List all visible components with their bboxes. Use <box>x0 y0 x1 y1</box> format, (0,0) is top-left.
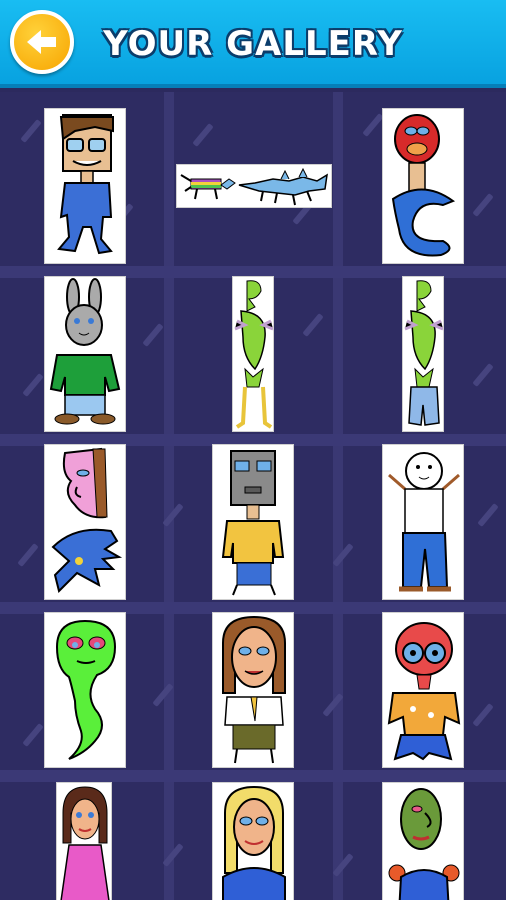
gallery-item-box-head-man[interactable] <box>212 444 294 600</box>
back-button[interactable] <box>10 10 74 74</box>
pencil-pattern-icon <box>162 843 184 867</box>
pencil-pattern-icon <box>17 543 39 567</box>
pencil-pattern-icon <box>152 683 174 707</box>
gallery-item-green-face-man[interactable] <box>382 782 464 900</box>
page-title: YOUR GALLERY <box>103 24 403 64</box>
drawing-thumbnail <box>51 447 123 593</box>
drawing-thumbnail <box>391 114 456 257</box>
arrow-left-icon <box>27 30 56 54</box>
pencil-pattern-icon <box>472 703 494 727</box>
drawing-thumbnail <box>55 619 117 760</box>
pencil-pattern-icon <box>477 503 499 527</box>
row-divider <box>0 770 506 782</box>
header-bar: YOUR GALLERY <box>0 0 506 88</box>
pencil-pattern-icon <box>472 193 494 217</box>
pencil-pattern-icon <box>362 113 384 137</box>
gallery-item-snowman-blue-pants[interactable] <box>382 444 464 600</box>
gallery-item-red-face-worm[interactable] <box>382 108 464 264</box>
gallery-item-woman-schoolgirl[interactable] <box>212 612 294 768</box>
drawing-thumbnail <box>57 114 114 255</box>
gallery-grid <box>0 92 506 900</box>
drawing-thumbnail <box>222 785 286 900</box>
pencil-pattern-icon <box>142 323 164 347</box>
pencil-pattern-icon <box>332 853 354 877</box>
pencil-pattern-icon <box>332 543 354 567</box>
drawing-thumbnail <box>222 615 286 764</box>
drawing-thumbnail <box>387 622 461 761</box>
drawing-thumbnail <box>234 280 273 429</box>
gallery-item-bunny-man[interactable] <box>44 276 126 432</box>
pencil-pattern-icon <box>162 503 184 527</box>
drawing-thumbnail <box>221 450 285 596</box>
gallery-item-green-alien-yellow-legs[interactable] <box>232 276 274 432</box>
gallery-item-green-ghost-snake[interactable] <box>44 612 126 768</box>
drawing-thumbnail <box>49 278 121 425</box>
gallery-item-blonde-woman[interactable] <box>212 782 294 900</box>
gallery-item-bigeyed-creature[interactable] <box>382 612 464 768</box>
drawing-thumbnail <box>404 280 443 426</box>
gallery-item-green-alien-blue-legs[interactable] <box>402 276 444 432</box>
pencil-pattern-icon <box>302 313 324 337</box>
gallery-item-man-with-glasses[interactable] <box>44 108 126 264</box>
drawing-thumbnail <box>60 786 110 900</box>
drawing-thumbnail <box>388 452 460 592</box>
drawing-thumbnail <box>180 167 328 206</box>
pencil-pattern-icon <box>472 363 494 387</box>
pencil-pattern-icon <box>22 373 44 397</box>
pencil-pattern-icon <box>322 693 344 717</box>
gallery-item-girl-pink-dress[interactable] <box>56 782 112 900</box>
pencil-pattern-icon <box>192 123 214 147</box>
pencil-pattern-icon <box>22 723 44 747</box>
drawing-thumbnail <box>388 788 460 900</box>
pencil-pattern-icon <box>20 119 42 143</box>
gallery-item-unicorn-and-dragon[interactable] <box>176 164 332 208</box>
gallery-item-pink-face-blue-hand[interactable] <box>44 444 126 600</box>
